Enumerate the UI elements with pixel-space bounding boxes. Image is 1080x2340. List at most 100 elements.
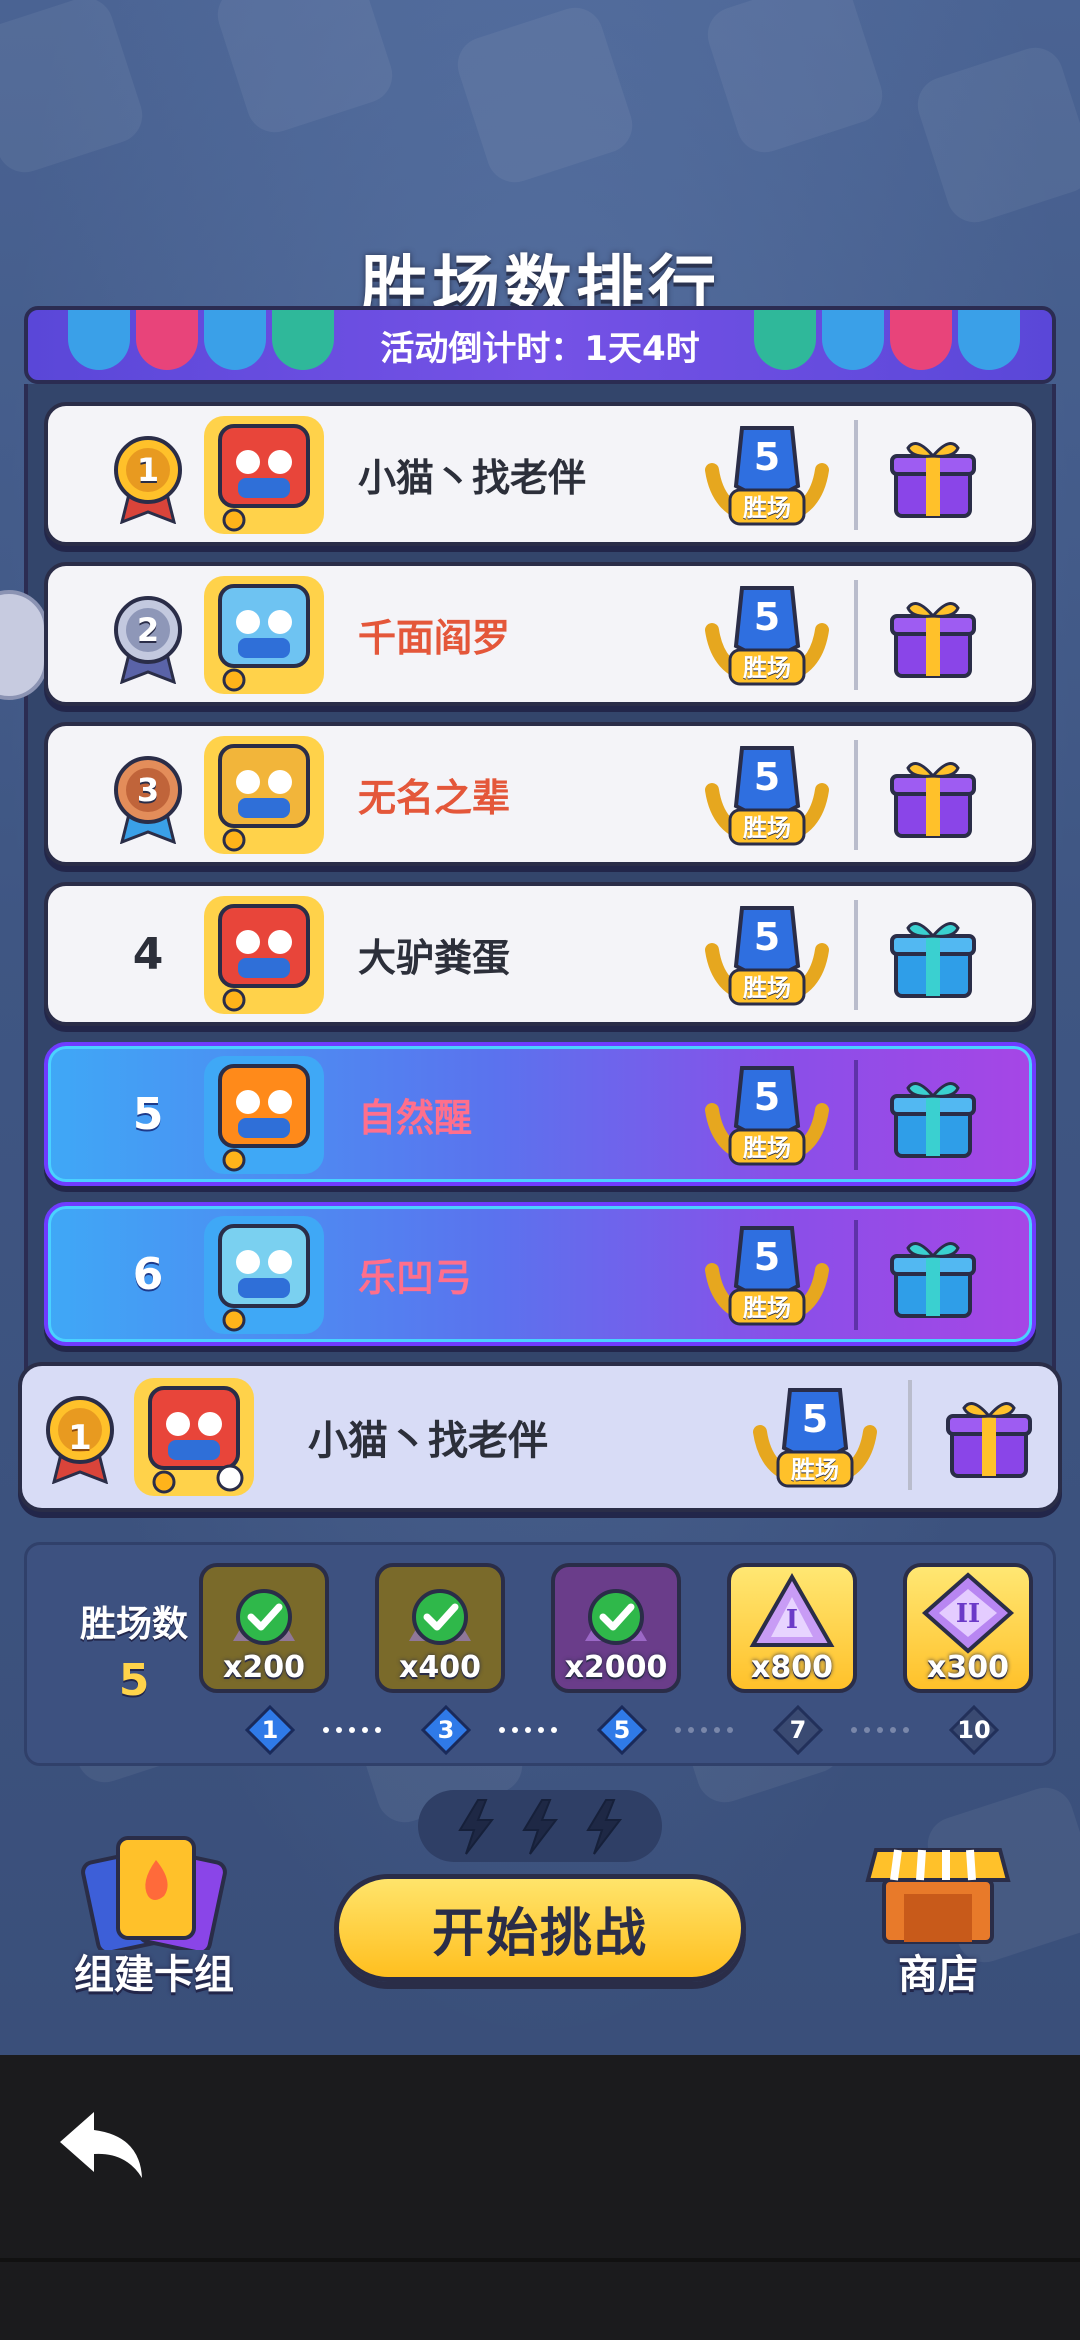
player-avatar xyxy=(204,1216,324,1334)
reward-tier-5[interactable]: II x300 xyxy=(903,1563,1033,1693)
wins-number: 5 xyxy=(753,1075,781,1119)
step-number: 5 xyxy=(613,1716,631,1744)
wins-label: 胜场 xyxy=(743,493,791,522)
reward-roman: II xyxy=(955,1599,981,1629)
countdown-banner: 活动倒计时：1天4时 xyxy=(24,306,1056,384)
progress-step: 7 xyxy=(772,1704,824,1756)
step-number: 1 xyxy=(261,1716,279,1744)
leaderboard-row[interactable]: 3 无名之辈 5 胜场 xyxy=(44,722,1036,866)
countdown-text: 活动倒计时：1天4时 xyxy=(380,328,700,369)
player-name: 无名之辈 xyxy=(358,775,511,820)
divider xyxy=(854,900,858,1010)
player-name: 大驴粪蛋 xyxy=(358,935,511,980)
wins-label: 胜场 xyxy=(743,1133,791,1162)
step-number: 7 xyxy=(789,1716,807,1744)
progress-dots xyxy=(675,1727,733,1733)
progress-step: 1 xyxy=(244,1704,296,1756)
gift-box-icon[interactable] xyxy=(888,594,978,680)
step-number: 10 xyxy=(957,1716,991,1744)
divider xyxy=(908,1380,912,1490)
reward-amount: x2000 xyxy=(564,1650,668,1685)
player-name: 自然醒 xyxy=(358,1095,473,1140)
gift-box-icon[interactable] xyxy=(944,1394,1034,1480)
cards-icon xyxy=(81,1836,227,1950)
progress-step: 10 xyxy=(948,1704,1000,1756)
back-arrow-icon[interactable] xyxy=(56,2108,146,2184)
wins-label: 胜场 xyxy=(743,973,791,1002)
gift-box-icon[interactable] xyxy=(888,914,978,1000)
build-deck-button[interactable]: 组建卡组 xyxy=(64,1830,244,2000)
shop-button[interactable]: 商店 xyxy=(848,1830,1028,2000)
progress-dots xyxy=(851,1727,909,1733)
player-name: 千面阎罗 xyxy=(358,615,511,660)
player-avatar xyxy=(204,416,324,534)
progress-dots xyxy=(499,1727,557,1733)
gift-box-icon[interactable] xyxy=(888,434,978,520)
gift-box-icon[interactable] xyxy=(888,1234,978,1320)
wins-label: 胜场 xyxy=(743,813,791,842)
start-challenge-button[interactable]: 开始挑战 xyxy=(334,1874,746,1982)
divider xyxy=(854,1060,858,1170)
wins-number: 5 xyxy=(753,435,781,479)
side-drawer-tab[interactable] xyxy=(0,590,48,700)
reward-amount: x200 xyxy=(223,1650,305,1685)
divider xyxy=(854,1220,858,1330)
my-avatar xyxy=(134,1378,254,1496)
rank-number: 4 xyxy=(132,928,164,980)
divider xyxy=(854,740,858,850)
shop-label: 商店 xyxy=(898,1952,978,1998)
player-avatar xyxy=(204,576,324,694)
divider xyxy=(854,420,858,530)
reward-tier-1[interactable]: x200 xyxy=(199,1563,329,1693)
step-number: 3 xyxy=(437,1716,455,1744)
progress-value: 5 xyxy=(118,1655,150,1706)
my-player-name: 小猫丶找老伴 xyxy=(308,1418,548,1464)
rank-number: 2 xyxy=(136,611,160,649)
nav-divider xyxy=(0,2258,1080,2262)
rank-number: 5 xyxy=(132,1088,164,1140)
leaderboard-row[interactable]: 4 大驴粪蛋 5 胜场 xyxy=(44,882,1036,1026)
player-avatar xyxy=(204,896,324,1014)
wins-label: 胜场 xyxy=(743,1293,791,1322)
shop-icon xyxy=(865,1848,1011,1944)
energy-bar xyxy=(418,1790,662,1862)
wins-progress-panel: 胜场数 5 x200 x400 x2000 I x800 II x300 1 3… xyxy=(24,1542,1056,1766)
leaderboard-row[interactable]: 5 自然醒 5 胜场 xyxy=(44,1042,1036,1186)
progress-step: 5 xyxy=(596,1704,648,1756)
wins-number: 5 xyxy=(753,755,781,799)
wins-number: 5 xyxy=(753,595,781,639)
reward-tier-4[interactable]: I x800 xyxy=(727,1563,857,1693)
leaderboard-row[interactable]: 2 千面阎罗 5 胜场 xyxy=(44,562,1036,706)
progress-dots xyxy=(323,1727,381,1733)
leaderboard-row[interactable]: 6 乐凹弓 5 胜场 xyxy=(44,1202,1036,1346)
reward-amount: x300 xyxy=(927,1650,1009,1685)
progress-step: 3 xyxy=(420,1704,472,1756)
rank-number: 1 xyxy=(136,451,160,489)
player-name: 乐凹弓 xyxy=(358,1255,473,1300)
reward-amount: x400 xyxy=(399,1650,481,1685)
reward-tier-2[interactable]: x400 xyxy=(375,1563,505,1693)
progress-label: 胜场数 xyxy=(79,1604,188,1645)
reward-tier-3[interactable]: x2000 xyxy=(551,1563,681,1693)
lightning-icon xyxy=(458,1799,623,1855)
my-rank-row[interactable]: 1 小猫丶找老伴 5 胜场 xyxy=(18,1362,1062,1512)
my-wins-label: 胜场 xyxy=(791,1455,839,1484)
leaderboard-row[interactable]: 1 小猫丶找老伴 5 胜场 xyxy=(44,402,1036,546)
system-nav-bar xyxy=(0,2055,1080,2340)
player-avatar xyxy=(204,736,324,854)
wins-label: 胜场 xyxy=(743,653,791,682)
my-wins-number: 5 xyxy=(801,1397,829,1441)
player-avatar xyxy=(204,1056,324,1174)
wins-number: 5 xyxy=(753,915,781,959)
wins-number: 5 xyxy=(753,1235,781,1279)
build-deck-label: 组建卡组 xyxy=(74,1952,234,1998)
player-name: 小猫丶找老伴 xyxy=(358,455,587,500)
rank-number: 3 xyxy=(136,771,160,809)
rank-number: 6 xyxy=(132,1248,164,1300)
gift-box-icon[interactable] xyxy=(888,1074,978,1160)
reward-roman: I xyxy=(785,1605,799,1635)
reward-amount: x800 xyxy=(751,1650,833,1685)
my-rank-number: 1 xyxy=(68,1418,92,1458)
divider xyxy=(854,580,858,690)
gift-box-icon[interactable] xyxy=(888,754,978,840)
